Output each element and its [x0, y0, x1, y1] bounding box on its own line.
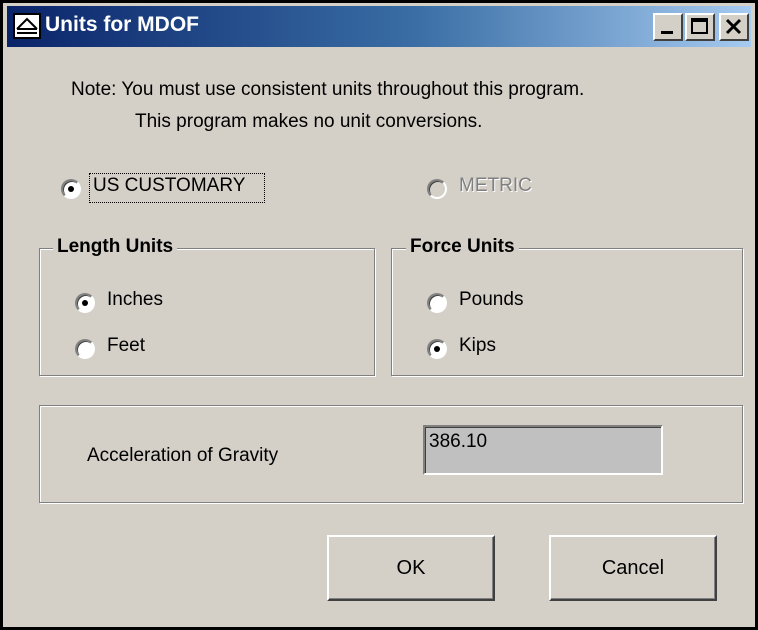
radio-selected-dot — [68, 186, 74, 192]
pounds-label[interactable]: Pounds — [459, 289, 523, 311]
title-bar[interactable]: Units for MDOF — [7, 6, 751, 47]
minimize-button[interactable] — [653, 13, 683, 41]
gravity-label: Acceleration of Gravity — [87, 445, 279, 466]
us-customary-radio[interactable] — [61, 179, 81, 199]
feet-radio[interactable] — [75, 339, 95, 359]
force-units-title: Force Units — [406, 236, 519, 258]
app-icon — [13, 13, 41, 39]
ok-button[interactable]: OK — [327, 535, 495, 601]
kips-label[interactable]: Kips — [459, 335, 496, 357]
cancel-button[interactable]: Cancel — [549, 535, 717, 601]
metric-radio[interactable] — [427, 179, 447, 199]
close-button[interactable] — [719, 13, 749, 41]
minimize-icon — [661, 31, 673, 34]
us-customary-label[interactable]: US CUSTOMARY — [93, 175, 245, 197]
kips-radio[interactable] — [427, 339, 447, 359]
units-dialog: Units for MDOF Note: You must use consis… — [0, 0, 758, 630]
pounds-radio[interactable] — [427, 293, 447, 313]
radio-selected-dot — [82, 300, 88, 306]
inches-radio[interactable] — [75, 293, 95, 313]
inches-label[interactable]: Inches — [107, 289, 163, 311]
note-line-1: Note: You must use consistent units thro… — [71, 79, 585, 100]
force-units-group — [391, 248, 743, 376]
maximize-button[interactable] — [685, 13, 715, 41]
maximize-icon — [691, 18, 708, 34]
radio-selected-dot — [434, 346, 440, 352]
metric-label[interactable]: METRIC — [459, 175, 532, 197]
note-line-2: This program makes no unit conversions. — [135, 111, 483, 132]
window-title: Units for MDOF — [45, 13, 199, 36]
gravity-input[interactable]: 386.10 — [423, 425, 663, 475]
feet-label[interactable]: Feet — [107, 335, 145, 357]
close-icon — [725, 18, 742, 35]
length-units-title: Length Units — [53, 236, 178, 258]
